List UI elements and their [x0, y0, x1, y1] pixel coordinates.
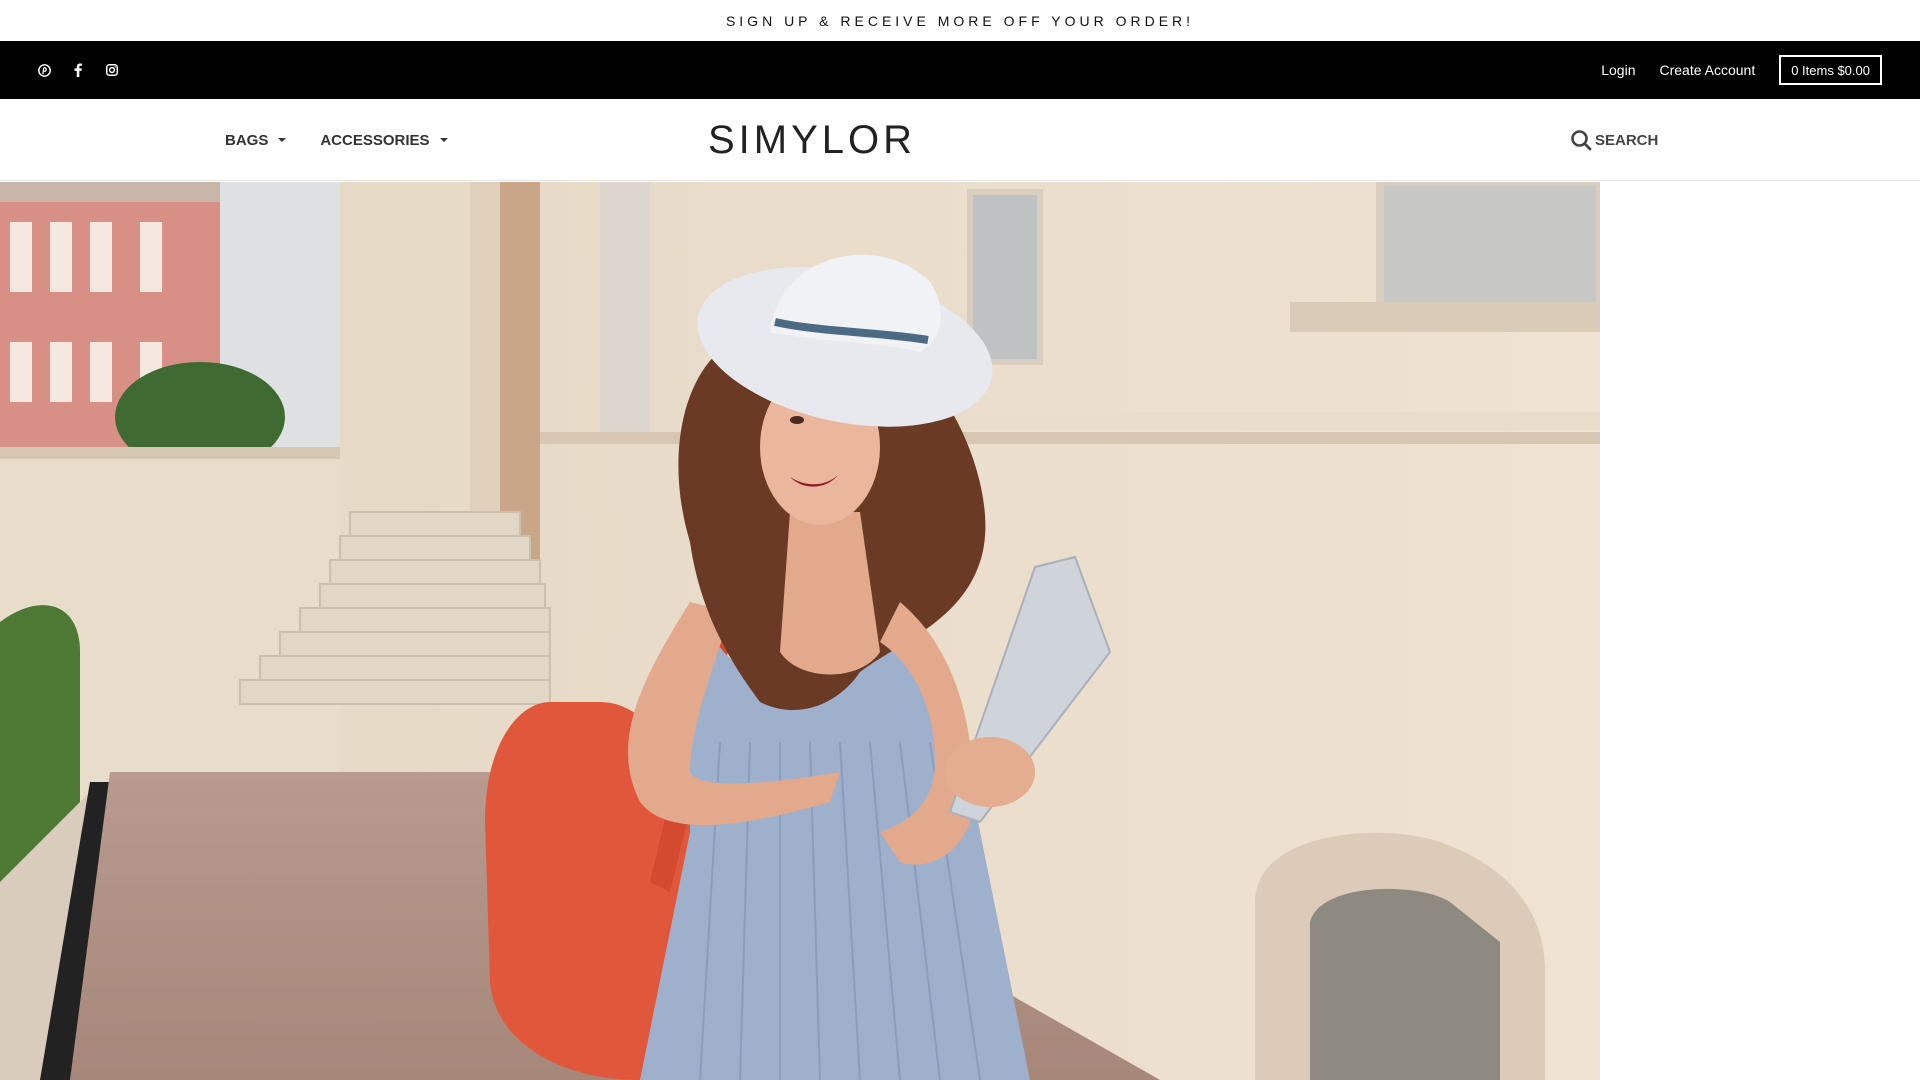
caret-down-icon	[439, 138, 448, 142]
create-account-link[interactable]: Create Account	[1659, 62, 1755, 78]
hero-image[interactable]	[0, 182, 1600, 1080]
account-links: Login Create Account 0 Items $0.00	[1601, 41, 1882, 99]
announcement-bar[interactable]: SIGN UP & RECEIVE MORE OFF YOUR ORDER!	[0, 0, 1920, 41]
nav-item-label: BAGS	[225, 131, 269, 149]
utility-bar: Login Create Account 0 Items $0.00	[0, 41, 1920, 99]
main-nav: BAGS ACCESSORIES	[225, 99, 482, 181]
facebook-icon[interactable]	[70, 62, 86, 78]
announcement-text[interactable]: SIGN UP & RECEIVE MORE OFF YOUR ORDER!	[726, 13, 1194, 29]
site-logo[interactable]: SIMYLOR	[708, 99, 916, 181]
nav-item-label: ACCESSORIES	[320, 131, 430, 149]
search-icon	[1571, 130, 1592, 151]
pinterest-icon[interactable]	[36, 62, 52, 78]
social-links	[36, 41, 120, 99]
search-button[interactable]: SEARCH	[1570, 99, 1658, 181]
caret-down-icon	[278, 138, 287, 142]
search-label: SEARCH	[1595, 131, 1659, 149]
hero-illustration	[0, 182, 1600, 1080]
instagram-icon[interactable]	[104, 62, 120, 78]
login-link[interactable]: Login	[1601, 62, 1635, 78]
main-header: BAGS ACCESSORIES SIMYLOR SEARCH	[0, 99, 1920, 181]
nav-item-accessories[interactable]: ACCESSORIES	[320, 131, 448, 149]
cart-button[interactable]: 0 Items $0.00	[1779, 55, 1882, 85]
nav-item-bags[interactable]: BAGS	[225, 131, 287, 149]
